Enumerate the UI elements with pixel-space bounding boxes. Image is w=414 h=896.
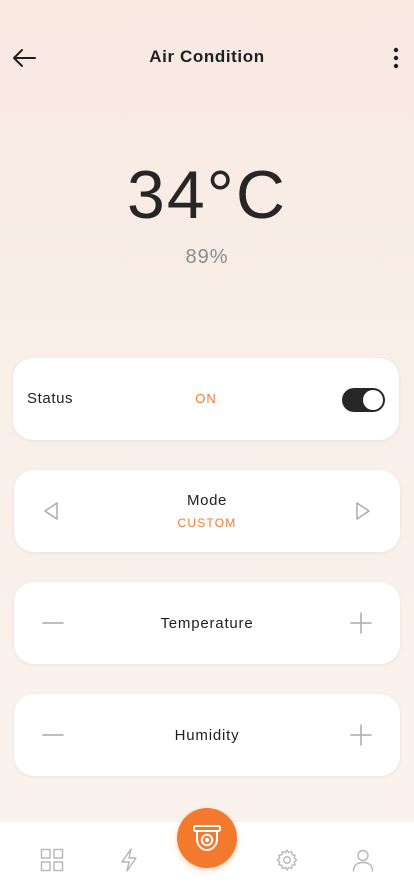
humidity-increase-button[interactable] — [348, 722, 374, 748]
page-title: Air Condition — [149, 47, 265, 66]
plus-icon — [350, 724, 372, 746]
top-bar: Air Condition — [0, 0, 414, 116]
status-label: Status — [27, 390, 74, 407]
status-value: ON — [195, 391, 217, 406]
user-icon — [352, 849, 374, 872]
tab-settings[interactable] — [273, 846, 301, 874]
mode-next-button[interactable] — [350, 498, 376, 524]
more-button[interactable] — [384, 42, 408, 74]
plus-icon — [350, 612, 372, 634]
lightning-icon — [121, 848, 137, 872]
current-temperature: 34°C — [127, 157, 287, 233]
temperature-increase-button[interactable] — [348, 610, 374, 636]
current-humidity: 89% — [185, 246, 229, 268]
mode-title: Mode — [187, 492, 227, 509]
grid-icon — [40, 848, 64, 872]
mode-value: CUSTOM — [177, 516, 237, 530]
tab-dashboard[interactable] — [38, 846, 66, 874]
humidity-card: Humidity — [14, 694, 400, 776]
gear-icon — [276, 849, 298, 871]
triangle-right-icon — [356, 502, 370, 520]
status-card: Status ON — [13, 358, 399, 440]
temperature-label: Temperature — [160, 615, 254, 632]
tab-profile[interactable] — [349, 846, 377, 874]
tab-camera-button[interactable] — [177, 808, 237, 868]
more-vertical-icon — [393, 47, 399, 69]
mode-card: Mode CUSTOM — [14, 470, 400, 552]
power-toggle[interactable] — [342, 388, 385, 412]
humidity-label: Humidity — [174, 727, 240, 744]
camera-icon — [193, 825, 221, 852]
temperature-card: Temperature — [14, 582, 400, 664]
toggle-knob — [363, 390, 383, 410]
tab-energy[interactable] — [115, 846, 143, 874]
